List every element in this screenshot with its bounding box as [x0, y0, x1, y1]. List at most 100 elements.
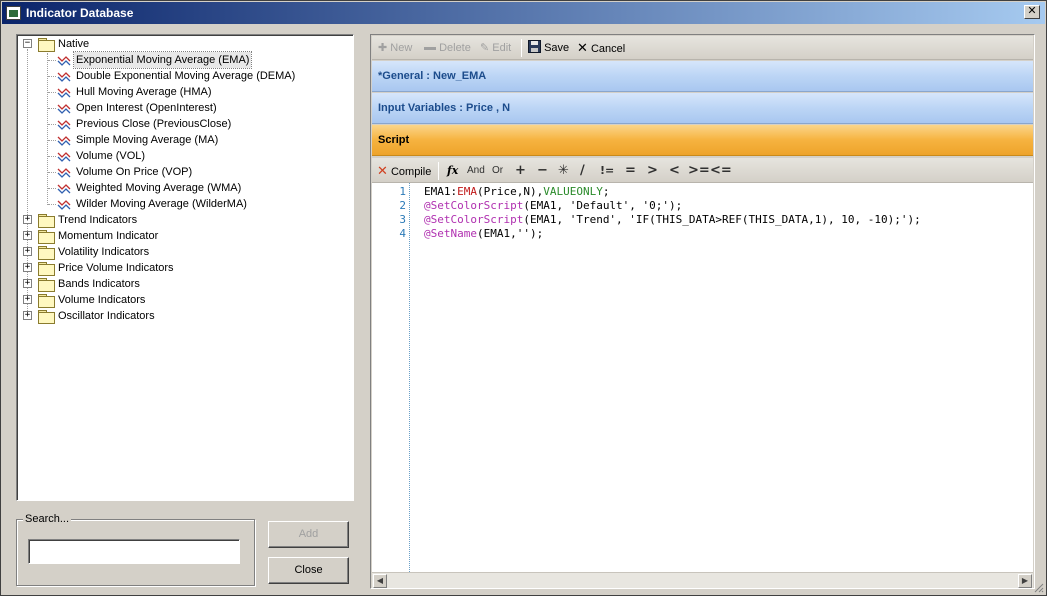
expand-icon[interactable]: +: [23, 279, 32, 288]
add-button[interactable]: Add: [268, 521, 349, 548]
tree-item-indicator[interactable]: Hull Moving Average (HMA): [17, 84, 347, 100]
script-section-header[interactable]: Script: [372, 125, 1033, 156]
tree-line: [48, 124, 56, 125]
indicator-editor-panel: ✚ New Delete ✎ Edit Save ✕ Cancel *Gener…: [370, 34, 1035, 589]
tree-node-label: Native: [58, 38, 90, 50]
tree-item-indicator[interactable]: Open Interest (OpenInterest): [17, 100, 347, 116]
code-line: EMA1:EMA(Price,N),VALUEONLY;: [424, 185, 609, 199]
tree-item-indicator[interactable]: Simple Moving Average (MA): [17, 132, 347, 148]
greater-than-operator-button[interactable]: >: [647, 162, 658, 179]
greater-equal-operator-button[interactable]: >=: [688, 162, 710, 179]
indicator-icon: [57, 117, 71, 131]
equal-operator-button[interactable]: =: [625, 162, 636, 179]
edit-button[interactable]: ✎ Edit: [480, 40, 511, 56]
resize-grip-icon[interactable]: [1032, 581, 1044, 593]
plus-operator-button[interactable]: +: [515, 162, 526, 179]
multiply-operator-button[interactable]: ✳: [558, 162, 569, 179]
code-token: (Price,N),: [477, 185, 544, 198]
indicator-icon: [57, 69, 71, 83]
or-operator-button[interactable]: Or: [492, 162, 503, 179]
toolbar-separator: [438, 162, 439, 180]
tree-node-category[interactable]: + Price Volume Indicators: [17, 260, 347, 276]
expand-icon[interactable]: +: [23, 295, 32, 304]
tree-node-label: Volume Indicators: [58, 294, 146, 306]
tree-item-label: Exponential Moving Average (EMA): [72, 51, 253, 69]
tree-item-label: Hull Moving Average (HMA): [76, 86, 212, 98]
code-token: @SetColorScript: [424, 199, 524, 212]
collapse-icon[interactable]: −: [23, 39, 32, 48]
edit-label: Edit: [492, 42, 512, 54]
expand-icon[interactable]: +: [23, 311, 32, 320]
indicator-icon: [57, 101, 71, 115]
indicator-icon: [57, 197, 71, 211]
tree-node-category[interactable]: + Volume Indicators: [17, 292, 347, 308]
less-than-operator-button[interactable]: <: [669, 162, 680, 179]
function-button[interactable]: fx: [447, 162, 458, 179]
tree-line: [48, 92, 56, 93]
search-legend: Search...: [23, 513, 72, 525]
toolbar-separator: [521, 39, 522, 57]
code-token: VALUEONLY: [543, 185, 603, 198]
plus-icon: ✚: [378, 42, 388, 54]
tree-item-label: Wilder Moving Average (WilderMA): [76, 198, 247, 210]
tree-item-label: Weighted Moving Average (WMA): [76, 182, 242, 194]
cancel-button[interactable]: ✕ Cancel: [577, 40, 625, 56]
pencil-icon: ✎: [480, 42, 490, 54]
compile-x-icon: ✕: [377, 163, 388, 178]
line-number: 4: [399, 227, 406, 240]
not-equal-operator-button[interactable]: !=: [600, 162, 614, 179]
save-button[interactable]: Save: [528, 40, 569, 56]
expand-icon[interactable]: +: [23, 215, 32, 224]
line-number: 2: [399, 199, 406, 212]
general-section-header[interactable]: *General : New_EMA: [372, 61, 1033, 92]
code-token: ;: [602, 185, 610, 198]
tree-node-category[interactable]: + Trend Indicators: [17, 212, 347, 228]
new-button[interactable]: ✚ New: [378, 40, 412, 56]
code-line: @SetColorScript(EMA1, 'Trend', 'IF(THIS_…: [424, 213, 921, 227]
tree-line: [48, 108, 56, 109]
input-variables-section-header[interactable]: Input Variables : Price , N: [372, 93, 1033, 124]
delete-button[interactable]: Delete: [424, 40, 471, 56]
tree-item-indicator[interactable]: Double Exponential Moving Average (DEMA): [17, 68, 347, 84]
tree-item-indicator[interactable]: Volume On Price (VOP): [17, 164, 347, 180]
tree-node-category[interactable]: + Volatility Indicators: [17, 244, 347, 260]
tree-line: [48, 188, 56, 189]
tree-item-indicator[interactable]: Wilder Moving Average (WilderMA): [17, 196, 347, 212]
scroll-left-icon[interactable]: ◀: [373, 574, 387, 588]
tree-item-label: Previous Close (PreviousClose): [76, 118, 232, 130]
expand-icon[interactable]: +: [23, 231, 32, 240]
less-equal-operator-button[interactable]: <=: [710, 162, 732, 179]
tree-node-category[interactable]: + Bands Indicators: [17, 276, 347, 292]
expand-icon[interactable]: +: [23, 263, 32, 272]
divide-operator-button[interactable]: ∕: [580, 162, 585, 179]
minus-operator-button[interactable]: −: [537, 162, 548, 179]
code-token: (EMA1,'');: [476, 227, 544, 240]
tree-node-category[interactable]: + Momentum Indicator: [17, 228, 347, 244]
tree-line: [48, 76, 56, 77]
close-button[interactable]: Close: [268, 557, 349, 584]
window-close-button[interactable]: ✕: [1024, 5, 1040, 19]
and-operator-button[interactable]: And: [467, 162, 485, 179]
scroll-right-icon[interactable]: ▶: [1018, 574, 1032, 588]
folder-icon: [38, 246, 55, 260]
compile-button[interactable]: ✕ Compile: [377, 162, 431, 179]
script-editor[interactable]: 1234 EMA1:EMA(Price,N),VALUEONLY; @SetCol…: [372, 183, 1033, 572]
new-label: New: [390, 42, 413, 54]
tree-node-category[interactable]: + Oscillator Indicators: [17, 308, 347, 324]
tree-item-indicator[interactable]: Weighted Moving Average (WMA): [17, 180, 347, 196]
minus-icon: [424, 46, 436, 50]
tree-item-indicator[interactable]: Previous Close (PreviousClose): [17, 116, 347, 132]
tree-node-label: Bands Indicators: [58, 278, 140, 290]
indicator-icon: [57, 181, 71, 195]
indicator-tree[interactable]: − Native Exponential Moving Average (EMA…: [16, 34, 354, 501]
tree-node-native[interactable]: − Native: [17, 36, 347, 52]
search-input[interactable]: [28, 539, 240, 564]
expand-icon[interactable]: +: [23, 247, 32, 256]
title-bar[interactable]: Indicator Database ✕: [2, 2, 1045, 24]
tree-item-indicator[interactable]: Volume (VOL): [17, 148, 347, 164]
horizontal-scrollbar[interactable]: ◀ ▶: [372, 572, 1033, 588]
tree-item-indicator[interactable]: Exponential Moving Average (EMA): [17, 51, 347, 69]
folder-icon: [38, 310, 55, 324]
tree-line: [48, 60, 56, 61]
folder-icon: [38, 38, 55, 52]
